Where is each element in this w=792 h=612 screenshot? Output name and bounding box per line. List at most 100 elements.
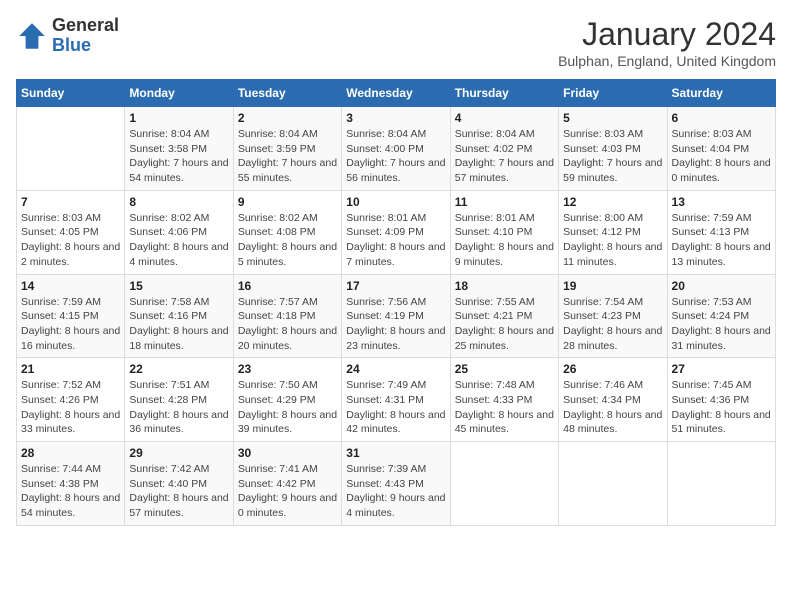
- day-number: 11: [455, 195, 554, 209]
- day-number: 20: [672, 279, 771, 293]
- day-header-thursday: Thursday: [450, 80, 558, 107]
- calendar-table: SundayMondayTuesdayWednesdayThursdayFrid…: [16, 79, 776, 526]
- day-number: 16: [238, 279, 337, 293]
- day-header-saturday: Saturday: [667, 80, 775, 107]
- calendar-cell: 22 Sunrise: 7:51 AMSunset: 4:28 PMDayligh…: [125, 358, 233, 442]
- calendar-cell: 11 Sunrise: 8:01 AMSunset: 4:10 PMDayligh…: [450, 190, 558, 274]
- calendar-cell: 14 Sunrise: 7:59 AMSunset: 4:15 PMDayligh…: [17, 274, 125, 358]
- logo-icon: [16, 20, 48, 52]
- calendar-cell: 29Sunrise: 7:42 AMSunset: 4:40 PMDayligh…: [125, 442, 233, 526]
- day-number: 3: [346, 111, 445, 125]
- day-number: 31: [346, 446, 445, 460]
- day-info: Sunrise: 8:04 AMSunset: 4:02 PMDaylight:…: [455, 127, 554, 186]
- calendar-cell: 7Sunrise: 8:03 AMSunset: 4:05 PMDaylight…: [17, 190, 125, 274]
- day-info: Sunrise: 7:56 AMSunset: 4:19 PMDaylight:…: [346, 295, 445, 354]
- logo-text: General Blue: [52, 16, 119, 56]
- calendar-cell: 12Sunrise: 8:00 AMSunset: 4:12 PMDayligh…: [559, 190, 667, 274]
- day-info: Sunrise: 8:04 AMSunset: 3:58 PMDaylight:…: [129, 127, 228, 186]
- day-number: 1: [129, 111, 228, 125]
- day-number: 27: [672, 362, 771, 376]
- day-number: 6: [672, 111, 771, 125]
- calendar-header-row: SundayMondayTuesdayWednesdayThursdayFrid…: [17, 80, 776, 107]
- title-block: January 2024 Bulphan, England, United Ki…: [558, 16, 776, 69]
- day-number: 13: [672, 195, 771, 209]
- day-number: 12: [563, 195, 662, 209]
- calendar-cell: 25 Sunrise: 7:48 AMSunset: 4:33 PMDayligh…: [450, 358, 558, 442]
- calendar-cell: 23Sunrise: 7:50 AMSunset: 4:29 PMDayligh…: [233, 358, 341, 442]
- day-info: Sunrise: 8:03 AMSunset: 4:04 PMDaylight:…: [672, 127, 771, 186]
- calendar-cell: 30 Sunrise: 7:41 AMSunset: 4:42 PMDayligh…: [233, 442, 341, 526]
- calendar-cell: 9 Sunrise: 8:02 AMSunset: 4:08 PMDaylight…: [233, 190, 341, 274]
- logo-blue: Blue: [52, 35, 91, 55]
- day-number: 5: [563, 111, 662, 125]
- calendar-cell: 24Sunrise: 7:49 AMSunset: 4:31 PMDayligh…: [342, 358, 450, 442]
- calendar-cell: [667, 442, 775, 526]
- calendar-cell: [17, 107, 125, 191]
- calendar-week-2: 7Sunrise: 8:03 AMSunset: 4:05 PMDaylight…: [17, 190, 776, 274]
- calendar-cell: 5Sunrise: 8:03 AMSunset: 4:03 PMDaylight…: [559, 107, 667, 191]
- day-info: Sunrise: 7:48 AMSunset: 4:33 PMDaylight:…: [455, 378, 554, 437]
- calendar-cell: 1 Sunrise: 8:04 AMSunset: 3:58 PMDaylight…: [125, 107, 233, 191]
- day-number: 29: [129, 446, 228, 460]
- logo: General Blue: [16, 16, 119, 56]
- day-info: Sunrise: 8:02 AMSunset: 4:06 PMDaylight:…: [129, 211, 228, 270]
- day-header-sunday: Sunday: [17, 80, 125, 107]
- calendar-cell: [450, 442, 558, 526]
- day-number: 17: [346, 279, 445, 293]
- day-number: 4: [455, 111, 554, 125]
- calendar-cell: 15 Sunrise: 7:58 AMSunset: 4:16 PMDayligh…: [125, 274, 233, 358]
- day-info: Sunrise: 7:58 AMSunset: 4:16 PMDaylight:…: [129, 295, 228, 354]
- day-header-friday: Friday: [559, 80, 667, 107]
- day-number: 14: [21, 279, 120, 293]
- logo-general: General: [52, 15, 119, 35]
- day-number: 18: [455, 279, 554, 293]
- day-info: Sunrise: 7:52 AMSunset: 4:26 PMDaylight:…: [21, 378, 120, 437]
- day-info: Sunrise: 8:02 AMSunset: 4:08 PMDaylight:…: [238, 211, 337, 270]
- day-number: 22: [129, 362, 228, 376]
- day-info: Sunrise: 8:04 AMSunset: 3:59 PMDaylight:…: [238, 127, 337, 186]
- day-info: Sunrise: 7:55 AMSunset: 4:21 PMDaylight:…: [455, 295, 554, 354]
- calendar-cell: 2 Sunrise: 8:04 AMSunset: 3:59 PMDaylight…: [233, 107, 341, 191]
- day-info: Sunrise: 7:39 AMSunset: 4:43 PMDaylight:…: [346, 462, 445, 521]
- day-number: 9: [238, 195, 337, 209]
- day-info: Sunrise: 7:45 AMSunset: 4:36 PMDaylight:…: [672, 378, 771, 437]
- day-info: Sunrise: 7:59 AMSunset: 4:13 PMDaylight:…: [672, 211, 771, 270]
- day-number: 10: [346, 195, 445, 209]
- calendar-cell: 6 Sunrise: 8:03 AMSunset: 4:04 PMDaylight…: [667, 107, 775, 191]
- day-info: Sunrise: 7:57 AMSunset: 4:18 PMDaylight:…: [238, 295, 337, 354]
- day-info: Sunrise: 7:41 AMSunset: 4:42 PMDaylight:…: [238, 462, 337, 521]
- day-info: Sunrise: 7:46 AMSunset: 4:34 PMDaylight:…: [563, 378, 662, 437]
- day-number: 24: [346, 362, 445, 376]
- page-header: General Blue January 2024 Bulphan, Engla…: [16, 16, 776, 69]
- calendar-cell: 13 Sunrise: 7:59 AMSunset: 4:13 PMDayligh…: [667, 190, 775, 274]
- day-number: 2: [238, 111, 337, 125]
- calendar-cell: 19Sunrise: 7:54 AMSunset: 4:23 PMDayligh…: [559, 274, 667, 358]
- calendar-cell: 21 Sunrise: 7:52 AMSunset: 4:26 PMDayligh…: [17, 358, 125, 442]
- calendar-cell: [559, 442, 667, 526]
- day-number: 15: [129, 279, 228, 293]
- calendar-cell: 17 Sunrise: 7:56 AMSunset: 4:19 PMDayligh…: [342, 274, 450, 358]
- calendar-week-5: 28Sunrise: 7:44 AMSunset: 4:38 PMDayligh…: [17, 442, 776, 526]
- day-number: 7: [21, 195, 120, 209]
- day-number: 30: [238, 446, 337, 460]
- calendar-week-3: 14 Sunrise: 7:59 AMSunset: 4:15 PMDayligh…: [17, 274, 776, 358]
- day-header-monday: Monday: [125, 80, 233, 107]
- calendar-week-1: 1 Sunrise: 8:04 AMSunset: 3:58 PMDaylight…: [17, 107, 776, 191]
- day-number: 23: [238, 362, 337, 376]
- day-info: Sunrise: 7:59 AMSunset: 4:15 PMDaylight:…: [21, 295, 120, 354]
- location: Bulphan, England, United Kingdom: [558, 53, 776, 69]
- day-header-wednesday: Wednesday: [342, 80, 450, 107]
- day-info: Sunrise: 7:51 AMSunset: 4:28 PMDaylight:…: [129, 378, 228, 437]
- day-info: Sunrise: 8:04 AMSunset: 4:00 PMDaylight:…: [346, 127, 445, 186]
- day-number: 28: [21, 446, 120, 460]
- calendar-cell: 27 Sunrise: 7:45 AMSunset: 4:36 PMDayligh…: [667, 358, 775, 442]
- calendar-cell: 18 Sunrise: 7:55 AMSunset: 4:21 PMDayligh…: [450, 274, 558, 358]
- calendar-cell: 4 Sunrise: 8:04 AMSunset: 4:02 PMDaylight…: [450, 107, 558, 191]
- calendar-cell: 31 Sunrise: 7:39 AMSunset: 4:43 PMDayligh…: [342, 442, 450, 526]
- day-number: 25: [455, 362, 554, 376]
- day-number: 26: [563, 362, 662, 376]
- day-number: 19: [563, 279, 662, 293]
- day-info: Sunrise: 8:01 AMSunset: 4:10 PMDaylight:…: [455, 211, 554, 270]
- calendar-cell: 28Sunrise: 7:44 AMSunset: 4:38 PMDayligh…: [17, 442, 125, 526]
- day-number: 21: [21, 362, 120, 376]
